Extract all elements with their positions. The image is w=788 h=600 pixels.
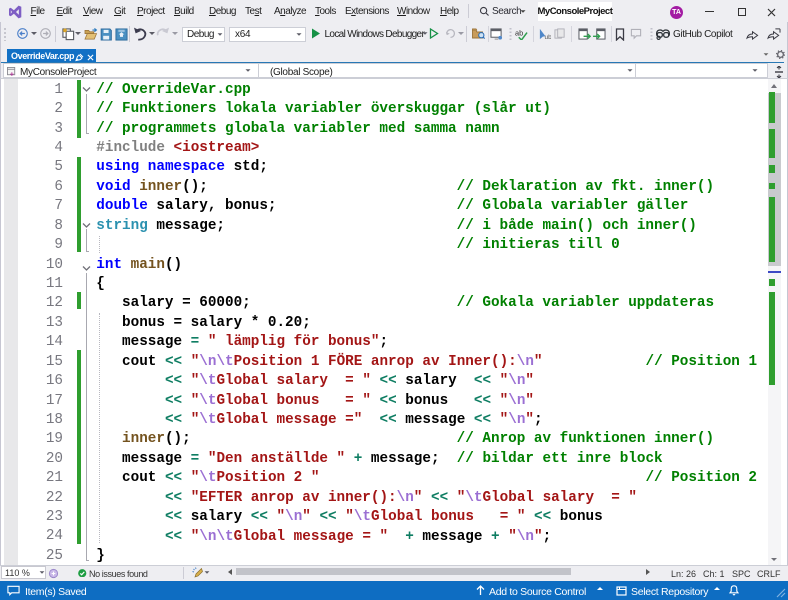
svg-text:ub: ub — [545, 34, 552, 40]
svg-text:ab: ab — [515, 28, 523, 37]
svg-text:+: + — [10, 69, 14, 76]
